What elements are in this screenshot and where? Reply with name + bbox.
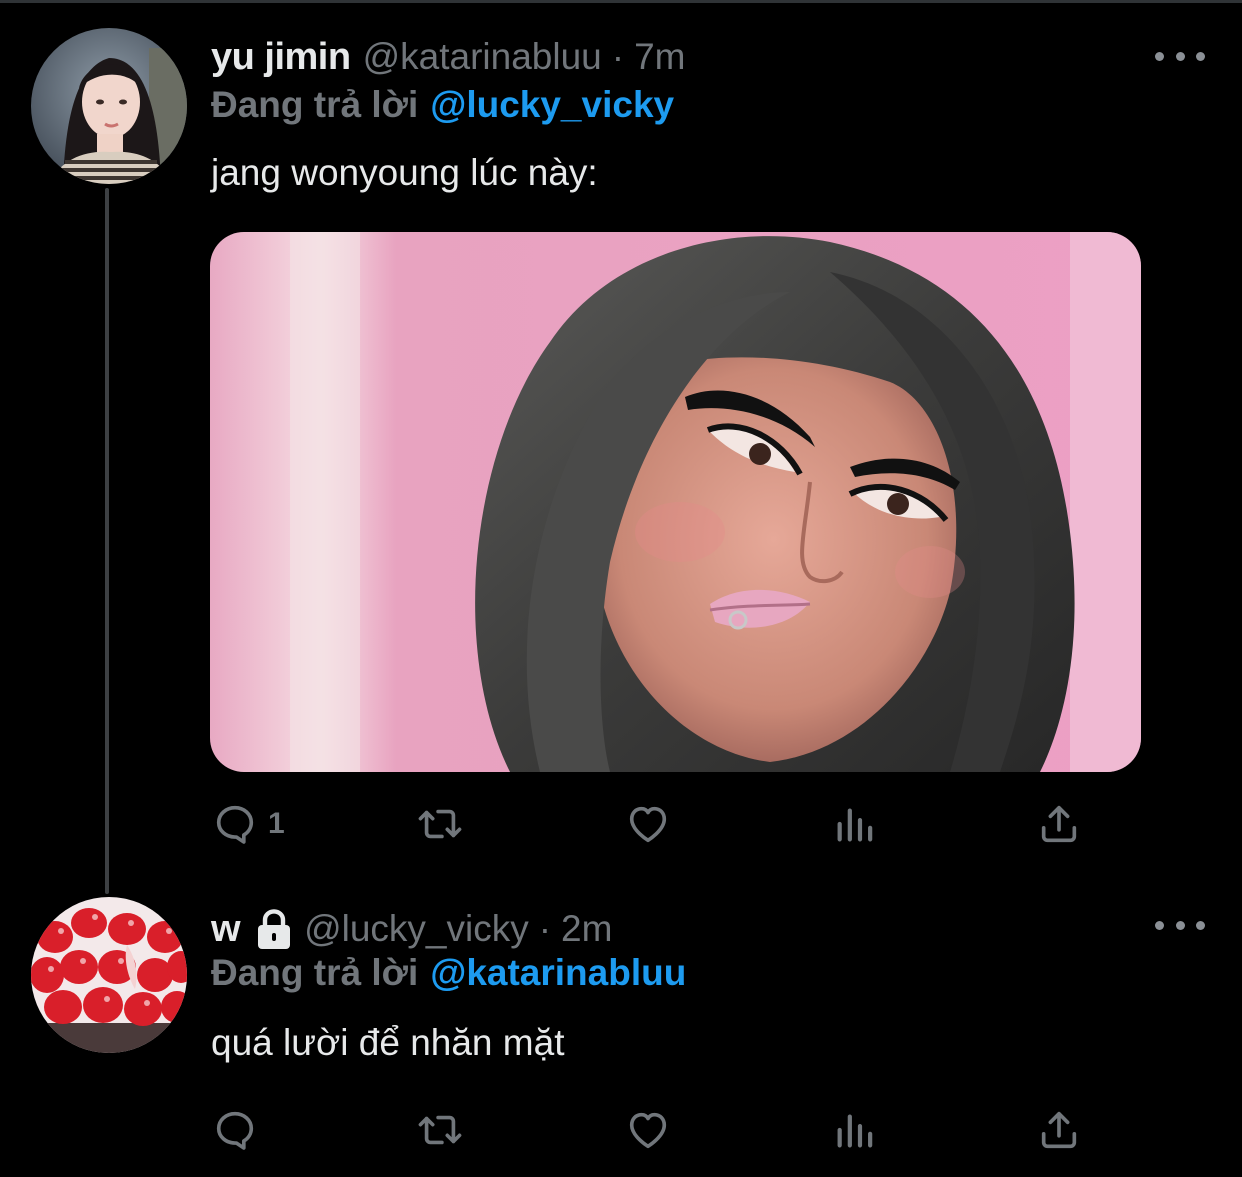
display-name[interactable]: w xyxy=(211,908,241,951)
more-options-icon[interactable] xyxy=(1155,44,1205,68)
tweet-w[interactable]: w @lucky_vicky · 2m Đang trả lời @katarin… xyxy=(0,880,1242,1177)
media-illustration-face xyxy=(210,232,1141,772)
share-button[interactable] xyxy=(1036,796,1082,852)
avatar-photo-portrait xyxy=(31,28,187,184)
like-button[interactable] xyxy=(624,1102,682,1158)
tweet-text: quá lười để nhăn mặt xyxy=(211,1022,565,1063)
replying-to-label: Đang trả lời xyxy=(211,952,419,993)
views-bar-chart-icon xyxy=(837,1114,873,1148)
retweet-icon xyxy=(418,809,462,839)
views-button[interactable] xyxy=(832,796,888,852)
share-button[interactable] xyxy=(1036,1102,1082,1158)
tweet-media-image[interactable] xyxy=(210,232,1141,772)
more-options-icon[interactable] xyxy=(1155,913,1205,937)
tweet-header: yu jimin @katarinabluu · 7m xyxy=(211,32,685,82)
retweet-button[interactable] xyxy=(414,1102,476,1158)
heart-icon xyxy=(629,806,667,843)
user-handle[interactable]: @katarinabluu xyxy=(363,36,602,78)
tweet-action-bar: 1 xyxy=(210,796,1110,852)
reply-button[interactable]: 1 xyxy=(212,796,285,852)
tweet-header: w @lucky_vicky · 2m xyxy=(211,904,612,954)
timestamp[interactable]: 2m xyxy=(561,908,612,950)
replying-to-line: Đang trả lời @katarinabluu xyxy=(211,952,686,994)
tweet-yu-jimin[interactable]: yu jimin @katarinabluu · 7m Đang trả lời… xyxy=(0,0,1242,880)
user-handle[interactable]: @lucky_vicky xyxy=(304,908,529,950)
lock-icon xyxy=(256,909,292,949)
heart-icon xyxy=(629,1112,667,1149)
tweet-action-bar xyxy=(210,1102,1110,1158)
retweet-button[interactable] xyxy=(414,796,476,852)
share-upload-icon xyxy=(1041,805,1077,843)
separator-dot: · xyxy=(538,908,552,949)
views-button[interactable] xyxy=(832,1102,888,1158)
avatar-photo-strawberries xyxy=(31,897,187,1053)
replying-to-line: Đang trả lời @lucky_vicky xyxy=(211,84,674,126)
reply-count: 1 xyxy=(268,807,285,840)
separator-dot: · xyxy=(611,36,625,77)
avatar-w[interactable] xyxy=(31,897,187,1053)
replying-to-handle-link[interactable]: @lucky_vicky xyxy=(430,84,674,125)
avatar-yu-jimin[interactable] xyxy=(31,28,187,184)
share-upload-icon xyxy=(1041,1111,1077,1149)
replying-to-label: Đang trả lời xyxy=(211,84,419,125)
reply-bubble-icon xyxy=(216,805,254,844)
views-bar-chart-icon xyxy=(837,808,873,842)
replying-to-handle-link[interactable]: @katarinabluu xyxy=(430,952,686,993)
retweet-icon xyxy=(418,1115,462,1145)
reply-bubble-icon xyxy=(216,1111,254,1150)
reply-button[interactable] xyxy=(212,1102,268,1158)
timestamp[interactable]: 7m xyxy=(634,36,685,78)
display-name[interactable]: yu jimin xyxy=(211,36,351,79)
like-button[interactable] xyxy=(624,796,682,852)
tweet-text: jang wonyoung lúc này: xyxy=(211,152,598,193)
